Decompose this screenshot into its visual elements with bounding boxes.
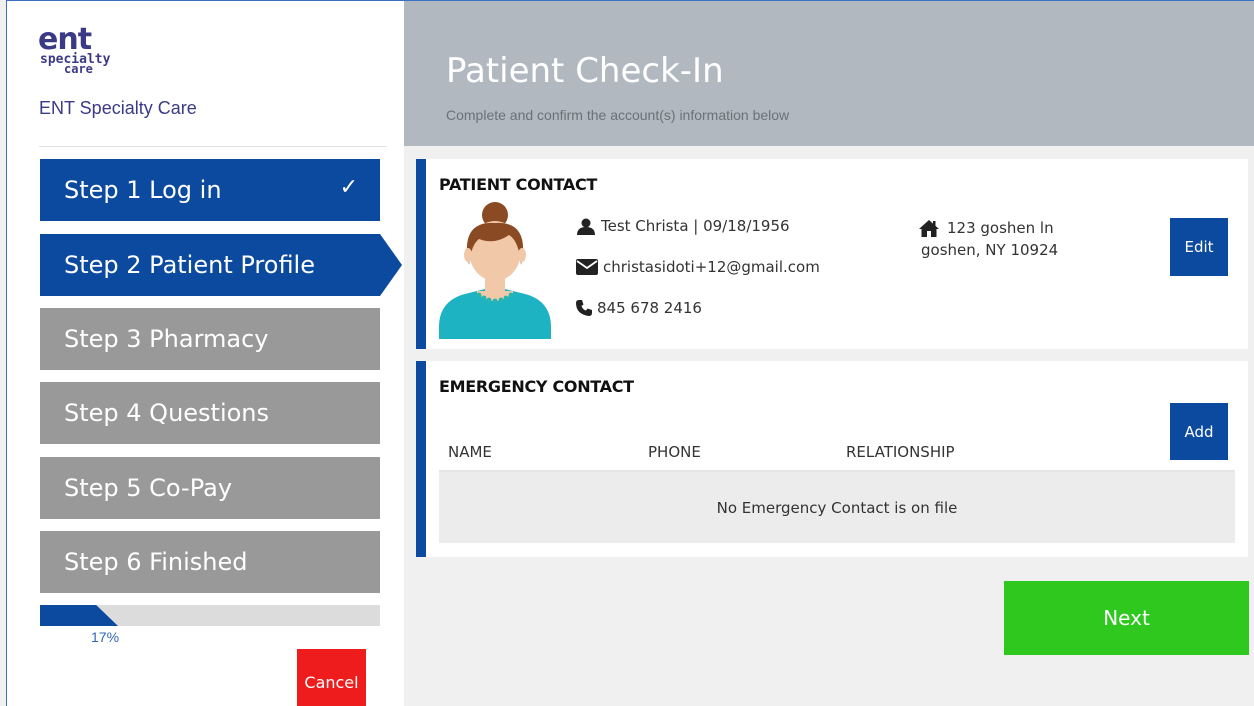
progress-percent: 17% (91, 629, 120, 645)
empty-state-row: No Emergency Contact is on file (439, 472, 1235, 543)
user-icon (577, 218, 595, 235)
step-label: Step 1 Log in (64, 176, 222, 204)
column-header-phone: PHONE (648, 443, 701, 461)
step-3-pharmacy[interactable]: Step 3 Pharmacy (40, 308, 380, 370)
patient-contact-title: PATIENT CONTACT (439, 175, 598, 194)
progress-bar (40, 605, 380, 626)
emergency-contact-title: EMERGENCY CONTACT (439, 377, 634, 396)
home-icon (919, 219, 939, 237)
patient-email-text: christasidoti+12@gmail.com (603, 258, 820, 276)
step-6-finished[interactable]: Step 6 Finished (40, 531, 380, 593)
step-label: Step 3 Pharmacy (64, 325, 269, 353)
patient-name-dob: Test Christa | 09/18/1956 (576, 217, 790, 235)
envelope-icon (576, 259, 598, 275)
svg-text:care: care (64, 62, 93, 75)
sidebar: ent specialty care ENT Specialty Care St… (7, 1, 404, 706)
column-header-name: NAME (448, 443, 492, 461)
column-header-relationship: RELATIONSHIP (846, 443, 955, 461)
address-line2: goshen, NY 10924 (921, 241, 1059, 259)
step-label: Step 2 Patient Profile (64, 251, 315, 279)
emergency-contact-card: EMERGENCY CONTACT Add NAME PHONE RELATIO… (416, 361, 1248, 557)
patient-name-dob-text: Test Christa | 09/18/1956 (601, 217, 790, 235)
step-label: Step 4 Questions (64, 399, 270, 427)
address-line1: 123 goshen ln (947, 219, 1054, 237)
step-label: Step 5 Co-Pay (64, 474, 233, 502)
add-emergency-contact-button[interactable]: Add (1170, 403, 1228, 460)
page-title: Patient Check-In (446, 51, 724, 91)
progress-fill (40, 605, 119, 626)
cancel-button[interactable]: Cancel (297, 649, 366, 706)
step-4-questions[interactable]: Step 4 Questions (40, 382, 380, 444)
ent-logo: ent specialty care (38, 25, 111, 75)
step-1-login[interactable]: Step 1 Log in ✓ (40, 159, 380, 221)
patient-phone-text: 845 678 2416 (597, 299, 702, 317)
patient-avatar (439, 202, 551, 339)
step-label: Step 6 Finished (64, 548, 248, 576)
patient-phone: 845 678 2416 (576, 299, 702, 317)
patient-contact-card: PATIENT CONTACT Test Christa | 09/18/195… (416, 159, 1248, 349)
patient-email: christasidoti+12@gmail.com (576, 258, 820, 276)
divider (39, 146, 387, 147)
brand-name: ENT Specialty Care (39, 98, 197, 118)
next-button[interactable]: Next (1004, 581, 1249, 655)
page-subtitle: Complete and confirm the account(s) info… (446, 107, 790, 123)
page-header: Patient Check-In Complete and confirm th… (404, 1, 1254, 146)
checkmark-icon: ✓ (339, 175, 358, 200)
phone-icon (576, 300, 592, 316)
step-2-patient-profile[interactable]: Step 2 Patient Profile (40, 234, 402, 296)
patient-address: 123 goshen ln goshen, NY 10924 (919, 217, 1058, 261)
edit-contact-button[interactable]: Edit (1170, 218, 1228, 276)
step-5-co-pay[interactable]: Step 5 Co-Pay (40, 457, 380, 519)
